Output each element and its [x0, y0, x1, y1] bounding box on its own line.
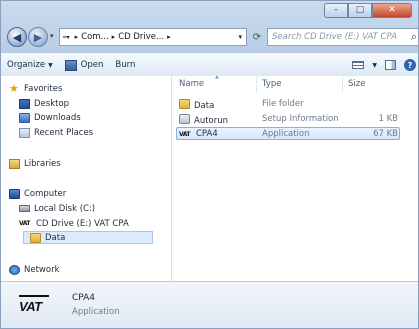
column-header-size[interactable]: Size	[348, 79, 365, 89]
sidebar-item-label: Network	[24, 264, 60, 275]
navigation-bar: ◀ ▶ ▾ ═▾ ▸ Com... ▸ CD Drive... ▸ ▾ ⟳ Se…	[7, 25, 418, 51]
file-type-cell: File folder	[262, 99, 304, 109]
minimize-button[interactable]: –	[324, 3, 348, 18]
sidebar-item-downloads[interactable]: Downloads	[19, 111, 81, 124]
column-header-name[interactable]: Name	[179, 76, 219, 89]
forward-button[interactable]: ▶	[28, 27, 48, 47]
autorun-icon	[179, 114, 190, 124]
downloads-icon	[19, 112, 30, 123]
sidebar-item-label: Libraries	[24, 158, 61, 169]
sidebar-item-label: Desktop	[34, 98, 70, 109]
recent-pages-dropdown[interactable]: ▾	[50, 32, 54, 40]
selected-item-name: CPA4	[72, 293, 96, 303]
recent-places-icon	[19, 127, 30, 138]
command-bar: Organize ▼ Open Burn ▼ ?	[1, 53, 418, 77]
organize-button[interactable]: Organize ▼	[1, 54, 59, 76]
refresh-button[interactable]: ⟳	[249, 28, 265, 46]
breadcrumb-separator-icon: ▸	[111, 33, 116, 41]
file-row-autorun[interactable]: Autorun Setup Information 1 KB	[176, 113, 400, 126]
column-divider[interactable]	[342, 76, 343, 93]
sidebar-item-computer[interactable]: Computer	[9, 187, 66, 200]
column-header-type[interactable]: Type	[262, 79, 282, 89]
hard-disk-icon	[19, 205, 30, 212]
cd-drive-icon: VAT	[19, 220, 31, 227]
view-dropdown-icon[interactable]: ▼	[372, 62, 377, 69]
breadcrumb-cd-drive[interactable]: CD Drive...	[118, 32, 164, 42]
computer-drive-icon: ═▾	[63, 33, 70, 41]
caption-buttons: – □ ✕	[324, 3, 412, 18]
search-placeholder: Search CD Drive (E:) VAT CPA	[272, 32, 397, 42]
sidebar-item-desktop[interactable]: Desktop	[19, 97, 69, 110]
column-divider[interactable]	[256, 76, 257, 93]
back-button[interactable]: ◀	[7, 27, 27, 47]
toolbar-right: ▼ ?	[352, 54, 416, 76]
desktop-icon	[19, 98, 30, 109]
close-button[interactable]: ✕	[372, 3, 412, 18]
file-type-cell: Setup Information	[262, 114, 339, 124]
file-name-cell: VAT CPA4	[179, 129, 218, 139]
sidebar-item-label: Favorites	[24, 83, 63, 94]
sidebar-item-data[interactable]: Data	[23, 231, 153, 244]
folder-icon	[30, 232, 41, 243]
open-label: Open	[80, 60, 104, 70]
search-icon[interactable]: ⌕	[411, 30, 417, 44]
file-name-cell: Data	[179, 99, 214, 111]
folder-icon	[179, 99, 190, 109]
address-dropdown-icon[interactable]: ▾	[238, 33, 242, 41]
sidebar-item-local-disk[interactable]: Local Disk (C:)	[19, 202, 95, 215]
burn-label: Burn	[115, 60, 136, 70]
file-size-cell: 67 KB	[373, 129, 398, 139]
star-icon: ★	[9, 81, 19, 95]
sidebar-item-favorites[interactable]: ★ Favorites	[9, 82, 62, 95]
open-button[interactable]: Open	[59, 54, 110, 76]
sidebar-item-label: CD Drive (E:) VAT CPA	[36, 218, 129, 229]
chevron-down-icon: ▼	[48, 61, 53, 69]
sidebar-item-network[interactable]: Network	[9, 263, 60, 276]
maximize-button[interactable]: □	[348, 3, 372, 18]
computer-icon	[9, 188, 20, 199]
sidebar-item-label: Downloads	[34, 112, 81, 123]
sidebar-item-cd-drive[interactable]: VAT CD Drive (E:) VAT CPA	[19, 217, 129, 230]
sidebar-item-label: Recent Places	[34, 127, 94, 138]
details-pane: VAT CPA4 Application	[1, 281, 418, 328]
help-icon[interactable]: ?	[404, 59, 416, 71]
sidebar-item-label: Local Disk (C:)	[34, 203, 96, 214]
open-icon	[64, 59, 77, 71]
explorer-window: – □ ✕ ◀ ▶ ▾ ═▾ ▸ Com... ▸ CD Drive... ▸ …	[0, 0, 419, 329]
file-list-pane: Name Type Size Data File folder Autorun …	[172, 76, 418, 281]
file-name-cell: Autorun	[179, 114, 228, 126]
libraries-icon	[9, 158, 20, 169]
sidebar-item-recent-places[interactable]: Recent Places	[19, 126, 93, 139]
vat-logo: VAT	[19, 295, 49, 314]
burn-button[interactable]: Burn	[109, 54, 141, 76]
network-icon	[9, 264, 20, 275]
address-bar[interactable]: ═▾ ▸ Com... ▸ CD Drive... ▸ ▾	[59, 28, 247, 46]
file-row-data[interactable]: Data File folder	[176, 98, 400, 111]
sidebar-item-label: Data	[45, 232, 66, 243]
change-view-icon[interactable]	[352, 61, 365, 69]
breadcrumb-computer[interactable]: Com...	[81, 32, 109, 42]
sidebar-item-label: Computer	[24, 188, 67, 199]
breadcrumb-separator-icon: ▸	[167, 33, 171, 41]
file-row-cpa4[interactable]: VAT CPA4 Application 67 KB	[176, 127, 400, 140]
file-type-cell: Application	[262, 129, 310, 139]
search-input[interactable]: Search CD Drive (E:) VAT CPA ⌕	[267, 28, 418, 46]
preview-pane-icon[interactable]	[385, 60, 396, 70]
breadcrumb-separator-icon: ▸	[74, 33, 79, 41]
application-icon: VAT	[179, 131, 191, 138]
organize-label: Organize	[7, 60, 46, 70]
navigation-pane: ★ Favorites Desktop Downloads Recent Pla…	[1, 76, 172, 281]
sidebar-item-libraries[interactable]: Libraries	[9, 157, 61, 170]
selected-item-type: Application	[72, 307, 120, 317]
file-size-cell: 1 KB	[378, 114, 398, 124]
